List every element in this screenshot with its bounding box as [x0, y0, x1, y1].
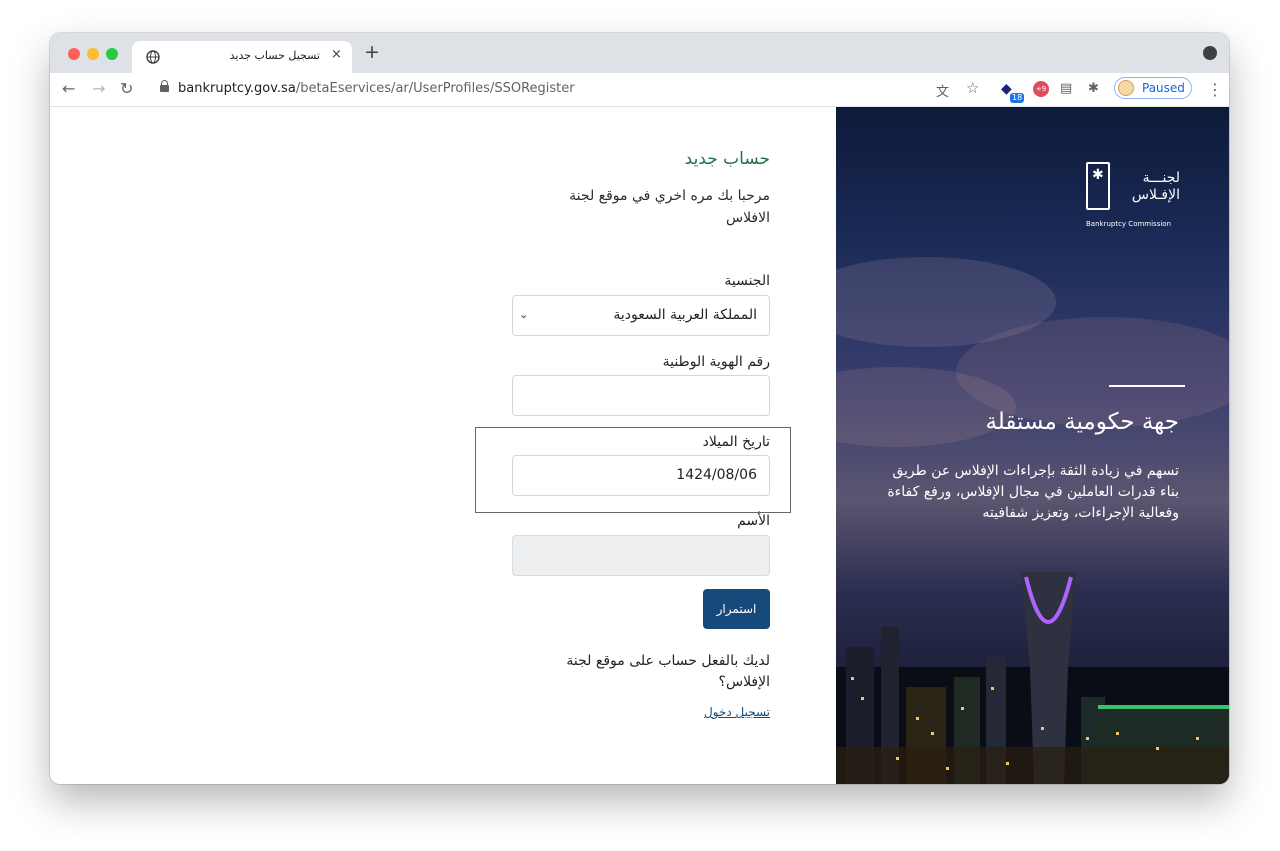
have-account-text: لديك بالفعل حساب على موقع لجنة الإفلاس؟ — [566, 653, 770, 690]
hero-divider — [1109, 385, 1185, 387]
address-bar[interactable]: bankruptcy.gov.sa/betaEservices/ar/UserP… — [178, 81, 575, 96]
profile-status-label: Paused — [1142, 81, 1185, 95]
profile-paused-button[interactable]: Paused — [1114, 77, 1192, 99]
puzzle-icon[interactable]: ✱ — [1088, 81, 1099, 96]
tab-title: تسجيل حساب جديد — [229, 49, 320, 62]
browser-window: تسجيل حساب جديد × + ← → ↻ bankruptcy.gov… — [50, 33, 1229, 784]
logo-english-text: Bankruptcy Commission — [1086, 220, 1172, 228]
minimize-window-button[interactable] — [87, 48, 99, 60]
close-window-button[interactable] — [68, 48, 80, 60]
hero-title: جهة حكومية مستقلة — [985, 409, 1179, 435]
bankruptcy-commission-logo: ✱ لجنـــة الإفـلاس Bankruptcy Commission — [1086, 162, 1186, 232]
maximize-window-button[interactable] — [106, 48, 118, 60]
palm-tree-icon: ✱ — [1092, 167, 1104, 183]
menu-icon[interactable]: ⋮ — [1207, 80, 1223, 99]
nationality-value: المملكة العربية السعودية — [613, 307, 757, 323]
reload-icon[interactable]: ↻ — [120, 79, 133, 98]
logo-emblem-icon: ✱ — [1086, 162, 1110, 210]
dob-highlight-box — [475, 427, 791, 513]
page-content: حساب جديد مرحبا بك مره اخري في موقع لجنة… — [50, 107, 1229, 784]
national-id-input[interactable] — [512, 375, 770, 416]
forward-icon[interactable]: → — [92, 79, 105, 98]
tab-close-icon[interactable]: × — [331, 47, 342, 62]
hero-panel: ✱ لجنـــة الإفـلاس Bankruptcy Commission… — [836, 107, 1229, 784]
translate-icon[interactable]: 文 — [936, 81, 949, 100]
id-label: رقم الهوية الوطنية — [662, 354, 770, 370]
browser-tab[interactable]: تسجيل حساب جديد × — [132, 41, 352, 73]
browser-toolbar: ← → ↻ bankruptcy.gov.sa/betaEservices/ar… — [50, 73, 1229, 107]
extension-count-badge: 18 — [1010, 93, 1025, 103]
tab-strip: تسجيل حساب جديد × + — [50, 33, 1229, 73]
chevron-down-icon: ⌄ — [519, 308, 529, 321]
chrome-profile-icon[interactable] — [1203, 46, 1217, 60]
name-input[interactable] — [512, 535, 770, 576]
page-title: حساب جديد — [684, 149, 770, 169]
name-label: الأسم — [737, 513, 770, 529]
lock-icon[interactable] — [160, 80, 169, 92]
new-tab-button[interactable]: + — [364, 42, 380, 62]
login-link[interactable]: تسجيل دخول — [704, 705, 770, 719]
nationality-select[interactable]: المملكة العربية السعودية ⌄ — [512, 295, 770, 336]
extension-red-icon[interactable]: +9 — [1033, 81, 1049, 97]
logo-arabic-text: لجنـــة الإفـلاس — [1131, 170, 1180, 203]
star-icon[interactable]: ☆ — [966, 79, 979, 97]
back-icon[interactable]: ← — [62, 79, 75, 98]
url-host: bankruptcy.gov.sa — [178, 81, 296, 96]
continue-button[interactable]: استمرار — [703, 589, 770, 629]
avatar — [1118, 80, 1134, 96]
welcome-text: مرحبا بك مره اخري في موقع لجنة الافلاس — [569, 188, 770, 226]
nationality-label: الجنسية — [724, 273, 770, 289]
document-icon[interactable]: ▤ — [1060, 81, 1072, 96]
city-skyline-image — [836, 572, 1229, 784]
globe-icon — [146, 50, 160, 64]
hero-description: تسهم في زيادة الثقة بإجراءات الإفلاس عن … — [887, 463, 1179, 521]
url-path: /betaEservices/ar/UserProfiles/SSORegist… — [295, 81, 575, 96]
